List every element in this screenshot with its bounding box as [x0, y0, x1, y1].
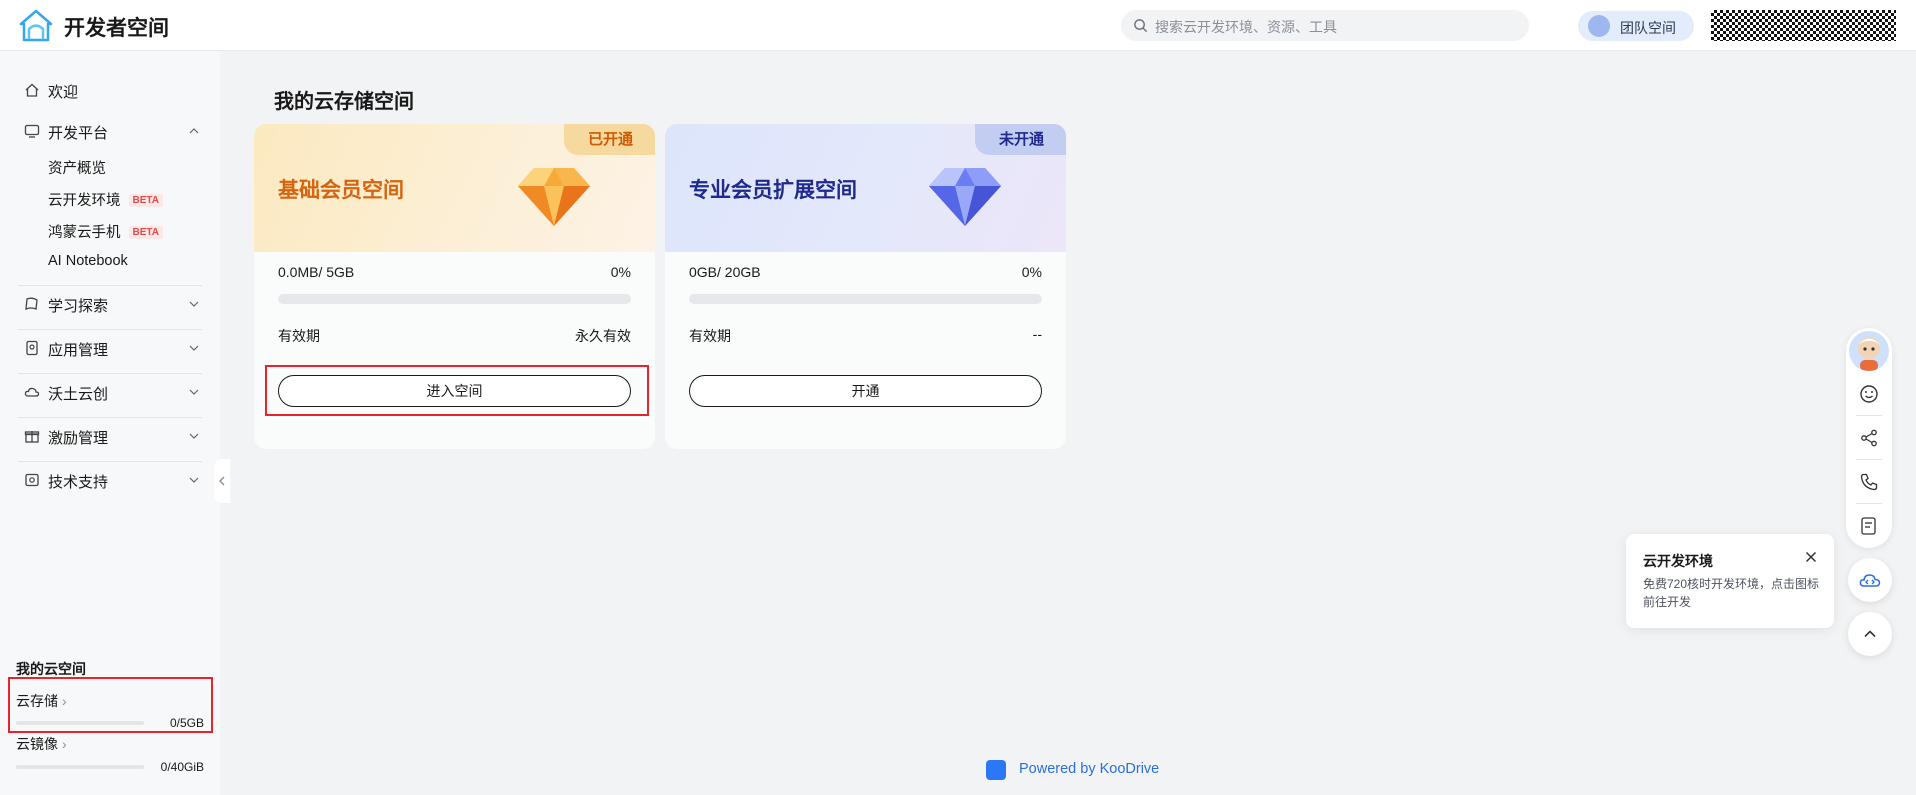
- footer-text: Powered by KooDrive: [1019, 761, 1160, 777]
- cloud-image-link[interactable]: 云镜像 ›: [16, 734, 67, 754]
- back-to-top-button[interactable]: [1848, 612, 1892, 656]
- activate-button[interactable]: 开通: [689, 375, 1042, 407]
- close-icon[interactable]: [1804, 550, 1818, 564]
- pro-member-card: 未开通 专业会员扩展空间 0GB/ 20GB 0% 有效期 -- 开通: [665, 124, 1066, 449]
- feedback-icon[interactable]: [1859, 516, 1879, 536]
- card-title: 专业会员扩展空间: [689, 179, 857, 202]
- search-icon: [1134, 19, 1148, 33]
- chevron-down-icon: [189, 301, 199, 307]
- chevron-up-icon: [1864, 630, 1876, 638]
- highlight-enter-space: [265, 365, 649, 416]
- sidebar-subitem-label: 鸿蒙云手机: [48, 225, 121, 241]
- beta-badge: BETA: [128, 226, 163, 239]
- page-title: 我的云存储空间: [274, 91, 414, 113]
- phone-icon[interactable]: [1859, 472, 1879, 492]
- sidebar-divider: [18, 373, 202, 374]
- cloud-image-value: 0/40GiB: [160, 760, 204, 774]
- validity-label: 有效期: [689, 328, 731, 344]
- koodrive-logo-icon: [986, 760, 1006, 780]
- usage-percent: 0%: [610, 264, 631, 280]
- sidebar-item-label: 欢迎: [48, 84, 79, 101]
- sidebar-collapse-handle[interactable]: [214, 459, 230, 503]
- sidebar: 欢迎 开发平台 资产概览 云开发环境 BETA 鸿蒙云手机 BETA AI Note…: [0, 51, 230, 795]
- sidebar-item-label: 应用管理: [48, 342, 109, 359]
- sidebar-item-label: 激励管理: [48, 430, 109, 447]
- popup-description: 免费720核时开发环境，点击图标前往开发: [1643, 577, 1820, 609]
- sidebar-divider: [18, 417, 202, 418]
- sidebar-subitem-label: 云开发环境: [48, 193, 121, 209]
- chevron-down-icon: [189, 477, 199, 483]
- chevron-up-icon: [189, 128, 199, 134]
- toolbar-divider: [1856, 415, 1882, 416]
- validity-label: 有效期: [278, 328, 320, 344]
- usage-percent: 0%: [1021, 264, 1042, 280]
- gift-icon: [24, 431, 40, 443]
- usage-text: 0.0MB/ 5GB: [278, 264, 355, 280]
- chevron-left-icon: [219, 476, 225, 486]
- home-icon: [25, 83, 39, 97]
- blue-diamond-icon: [929, 168, 1001, 226]
- popup-title: 云开发环境: [1643, 553, 1713, 569]
- team-space-button[interactable]: 团队空间: [1578, 11, 1694, 41]
- gold-diamond-icon: [518, 168, 590, 226]
- cloud-icon: [24, 387, 40, 397]
- toolbar-divider: [1856, 503, 1882, 504]
- brand-title[interactable]: 开发者空间: [64, 12, 169, 42]
- sidebar-subitem-cloud-dev-env[interactable]: 云开发环境 BETA: [48, 189, 163, 210]
- sidebar-subitem-label: 资产概览: [48, 161, 106, 177]
- top-header: 开发者空间 搜索云开发环境、资源、工具 团队空间: [0, 0, 1916, 51]
- sidebar-divider: [18, 461, 202, 462]
- sidebar-subitem-ai-notebook[interactable]: AI Notebook: [48, 253, 128, 269]
- chevron-down-icon: [189, 433, 199, 439]
- search-input[interactable]: 搜索云开发环境、资源、工具: [1155, 17, 1337, 37]
- user-qr-banner[interactable]: [1711, 10, 1896, 41]
- app-icon: [26, 340, 38, 356]
- cloud-code-icon: [1859, 574, 1881, 587]
- global-search[interactable]: 搜索云开发环境、资源、工具: [1121, 10, 1529, 41]
- usage-progress-bar: [689, 294, 1042, 304]
- share-icon[interactable]: [1859, 428, 1879, 448]
- book-icon: [25, 297, 38, 311]
- highlight-cloud-storage: [8, 677, 213, 733]
- sidebar-divider: [18, 285, 202, 286]
- cloud-dev-env-button[interactable]: [1848, 558, 1892, 602]
- validity-value: 永久有效: [575, 328, 631, 344]
- my-cloud-title: 我的云空间: [16, 661, 86, 677]
- sidebar-item-label: 沃土云创: [48, 386, 109, 403]
- sidebar-subitem-label: AI Notebook: [48, 253, 128, 269]
- sidebar-item-label: 学习探索: [48, 298, 109, 315]
- sidebar-divider: [18, 329, 202, 330]
- sidebar-subitem-assets[interactable]: 资产概览: [48, 157, 106, 178]
- team-space-label: 团队空间: [1620, 20, 1676, 36]
- smile-icon[interactable]: [1859, 384, 1879, 404]
- sidebar-item-label: 开发平台: [48, 125, 109, 142]
- validity-value: --: [1032, 326, 1042, 342]
- team-avatar-icon: [1588, 15, 1610, 37]
- sidebar-subitem-harmony-cloud-phone[interactable]: 鸿蒙云手机 BETA: [48, 221, 163, 242]
- usage-progress-bar: [278, 294, 631, 304]
- monitor-icon: [24, 124, 40, 138]
- developer-space-logo-icon[interactable]: [18, 8, 54, 44]
- chevron-down-icon: [189, 389, 199, 395]
- floating-toolbar: [1846, 328, 1892, 548]
- cloud-image-label: 云镜像: [16, 736, 58, 752]
- beta-badge: BETA: [128, 194, 163, 207]
- card-title: 基础会员空间: [278, 179, 404, 202]
- cloud-dev-env-popup: 云开发环境 免费720核时开发环境，点击图标前往开发: [1626, 534, 1834, 628]
- chevron-down-icon: [189, 345, 199, 351]
- sidebar-item-label: 技术支持: [48, 474, 109, 491]
- status-badge: 已开通: [563, 124, 655, 155]
- toolbar-divider: [1856, 459, 1882, 460]
- status-badge: 未开通: [974, 124, 1066, 155]
- assistant-avatar-icon[interactable]: [1849, 331, 1889, 371]
- cloud-image-bar: [16, 765, 144, 769]
- chevron-right-icon: ›: [62, 736, 67, 752]
- support-icon: [25, 473, 39, 487]
- usage-text: 0GB/ 20GB: [689, 264, 761, 280]
